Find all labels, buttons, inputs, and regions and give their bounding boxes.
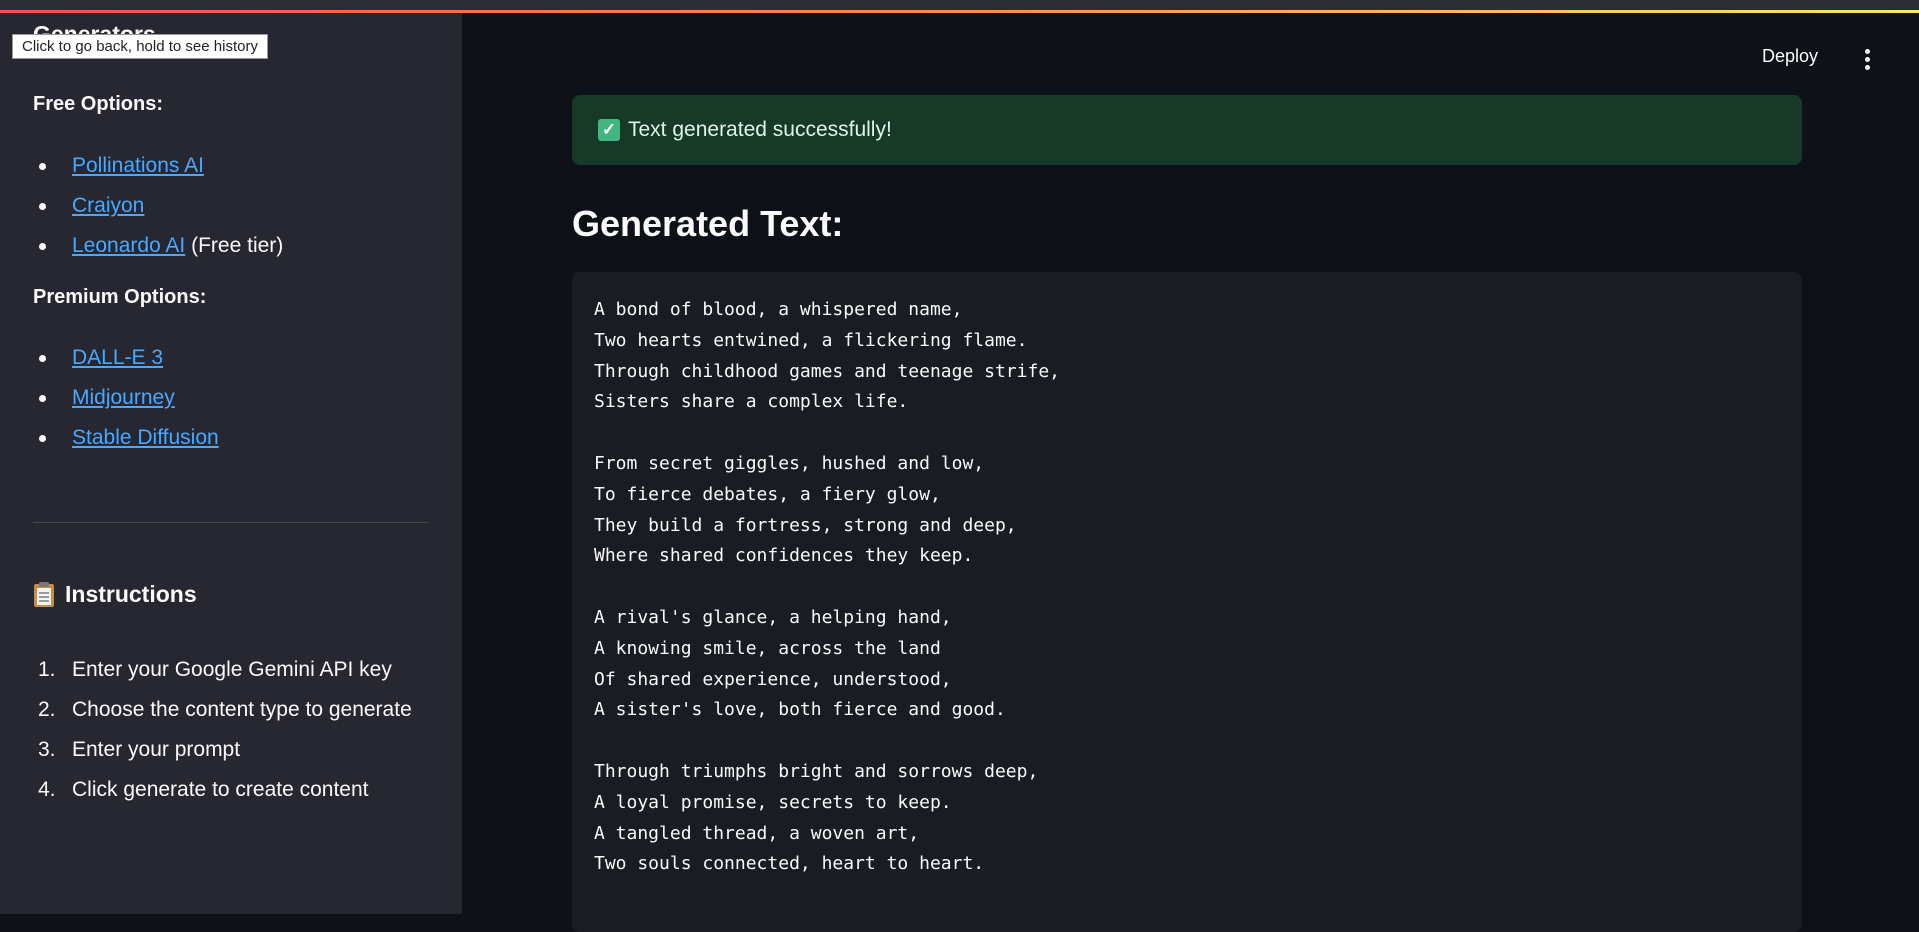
list-item: 2. Choose the content type to generate bbox=[38, 698, 412, 721]
bullet-icon bbox=[39, 163, 46, 170]
instructions-list: 1. Enter your Google Gemini API key 2. Cho… bbox=[33, 650, 412, 810]
more-options-icon[interactable] bbox=[1862, 49, 1872, 71]
success-message: Text generated successfully! bbox=[628, 118, 892, 141]
bullet-icon bbox=[39, 395, 46, 402]
list-item: 3. Enter your prompt bbox=[38, 738, 241, 761]
deploy-button[interactable]: Deploy bbox=[1762, 46, 1818, 67]
craiyon-link[interactable]: Craiyon bbox=[72, 194, 144, 217]
instructions-title: Instructions bbox=[65, 581, 197, 607]
premium-options-title: Premium Options: bbox=[33, 286, 207, 308]
list-item: 1. Enter your Google Gemini API key bbox=[38, 658, 392, 681]
free-options-list: Pollinations AI Craiyon Leonardo AI (Fre… bbox=[33, 146, 283, 266]
check-mark-icon: ✓ bbox=[598, 119, 620, 141]
instructions-heading: Instructions bbox=[33, 581, 197, 608]
back-button-tooltip: Click to go back, hold to see history bbox=[12, 34, 268, 59]
browser-top-strip bbox=[0, 0, 1919, 13]
list-item: Stable Diffusion bbox=[33, 418, 219, 458]
bullet-icon bbox=[39, 435, 46, 442]
list-item: Leonardo AI (Free tier) bbox=[33, 226, 283, 266]
midjourney-link[interactable]: Midjourney bbox=[72, 386, 175, 409]
leonardo-ai-link[interactable]: Leonardo AI bbox=[72, 234, 185, 257]
list-item: 4. Click generate to create content bbox=[38, 778, 369, 801]
generated-text-block: A bond of blood, a whispered name, Two h… bbox=[572, 272, 1802, 932]
bullet-icon bbox=[39, 355, 46, 362]
sidebar: Generators Free Options: Pollinations AI… bbox=[0, 13, 462, 914]
generated-text-content: A bond of blood, a whispered name, Two h… bbox=[594, 299, 1060, 875]
free-options-title: Free Options: bbox=[33, 93, 164, 115]
clipboard-icon bbox=[33, 581, 55, 608]
generated-text-heading: Generated Text: bbox=[572, 203, 844, 244]
list-item: Midjourney bbox=[33, 378, 219, 418]
list-item: Pollinations AI bbox=[33, 146, 283, 186]
dalle-3-link[interactable]: DALL-E 3 bbox=[72, 346, 163, 369]
success-alert: ✓ Text generated successfully! bbox=[572, 95, 1802, 165]
list-item: Craiyon bbox=[33, 186, 283, 226]
bullet-icon bbox=[39, 243, 46, 250]
stable-diffusion-link[interactable]: Stable Diffusion bbox=[72, 426, 219, 449]
sidebar-divider bbox=[33, 522, 428, 523]
premium-options-list: DALL-E 3 Midjourney Stable Diffusion bbox=[33, 338, 219, 458]
bullet-icon bbox=[39, 203, 46, 210]
list-item: DALL-E 3 bbox=[33, 338, 219, 378]
pollinations-ai-link[interactable]: Pollinations AI bbox=[72, 154, 204, 177]
free-tier-note: (Free tier) bbox=[185, 234, 284, 257]
